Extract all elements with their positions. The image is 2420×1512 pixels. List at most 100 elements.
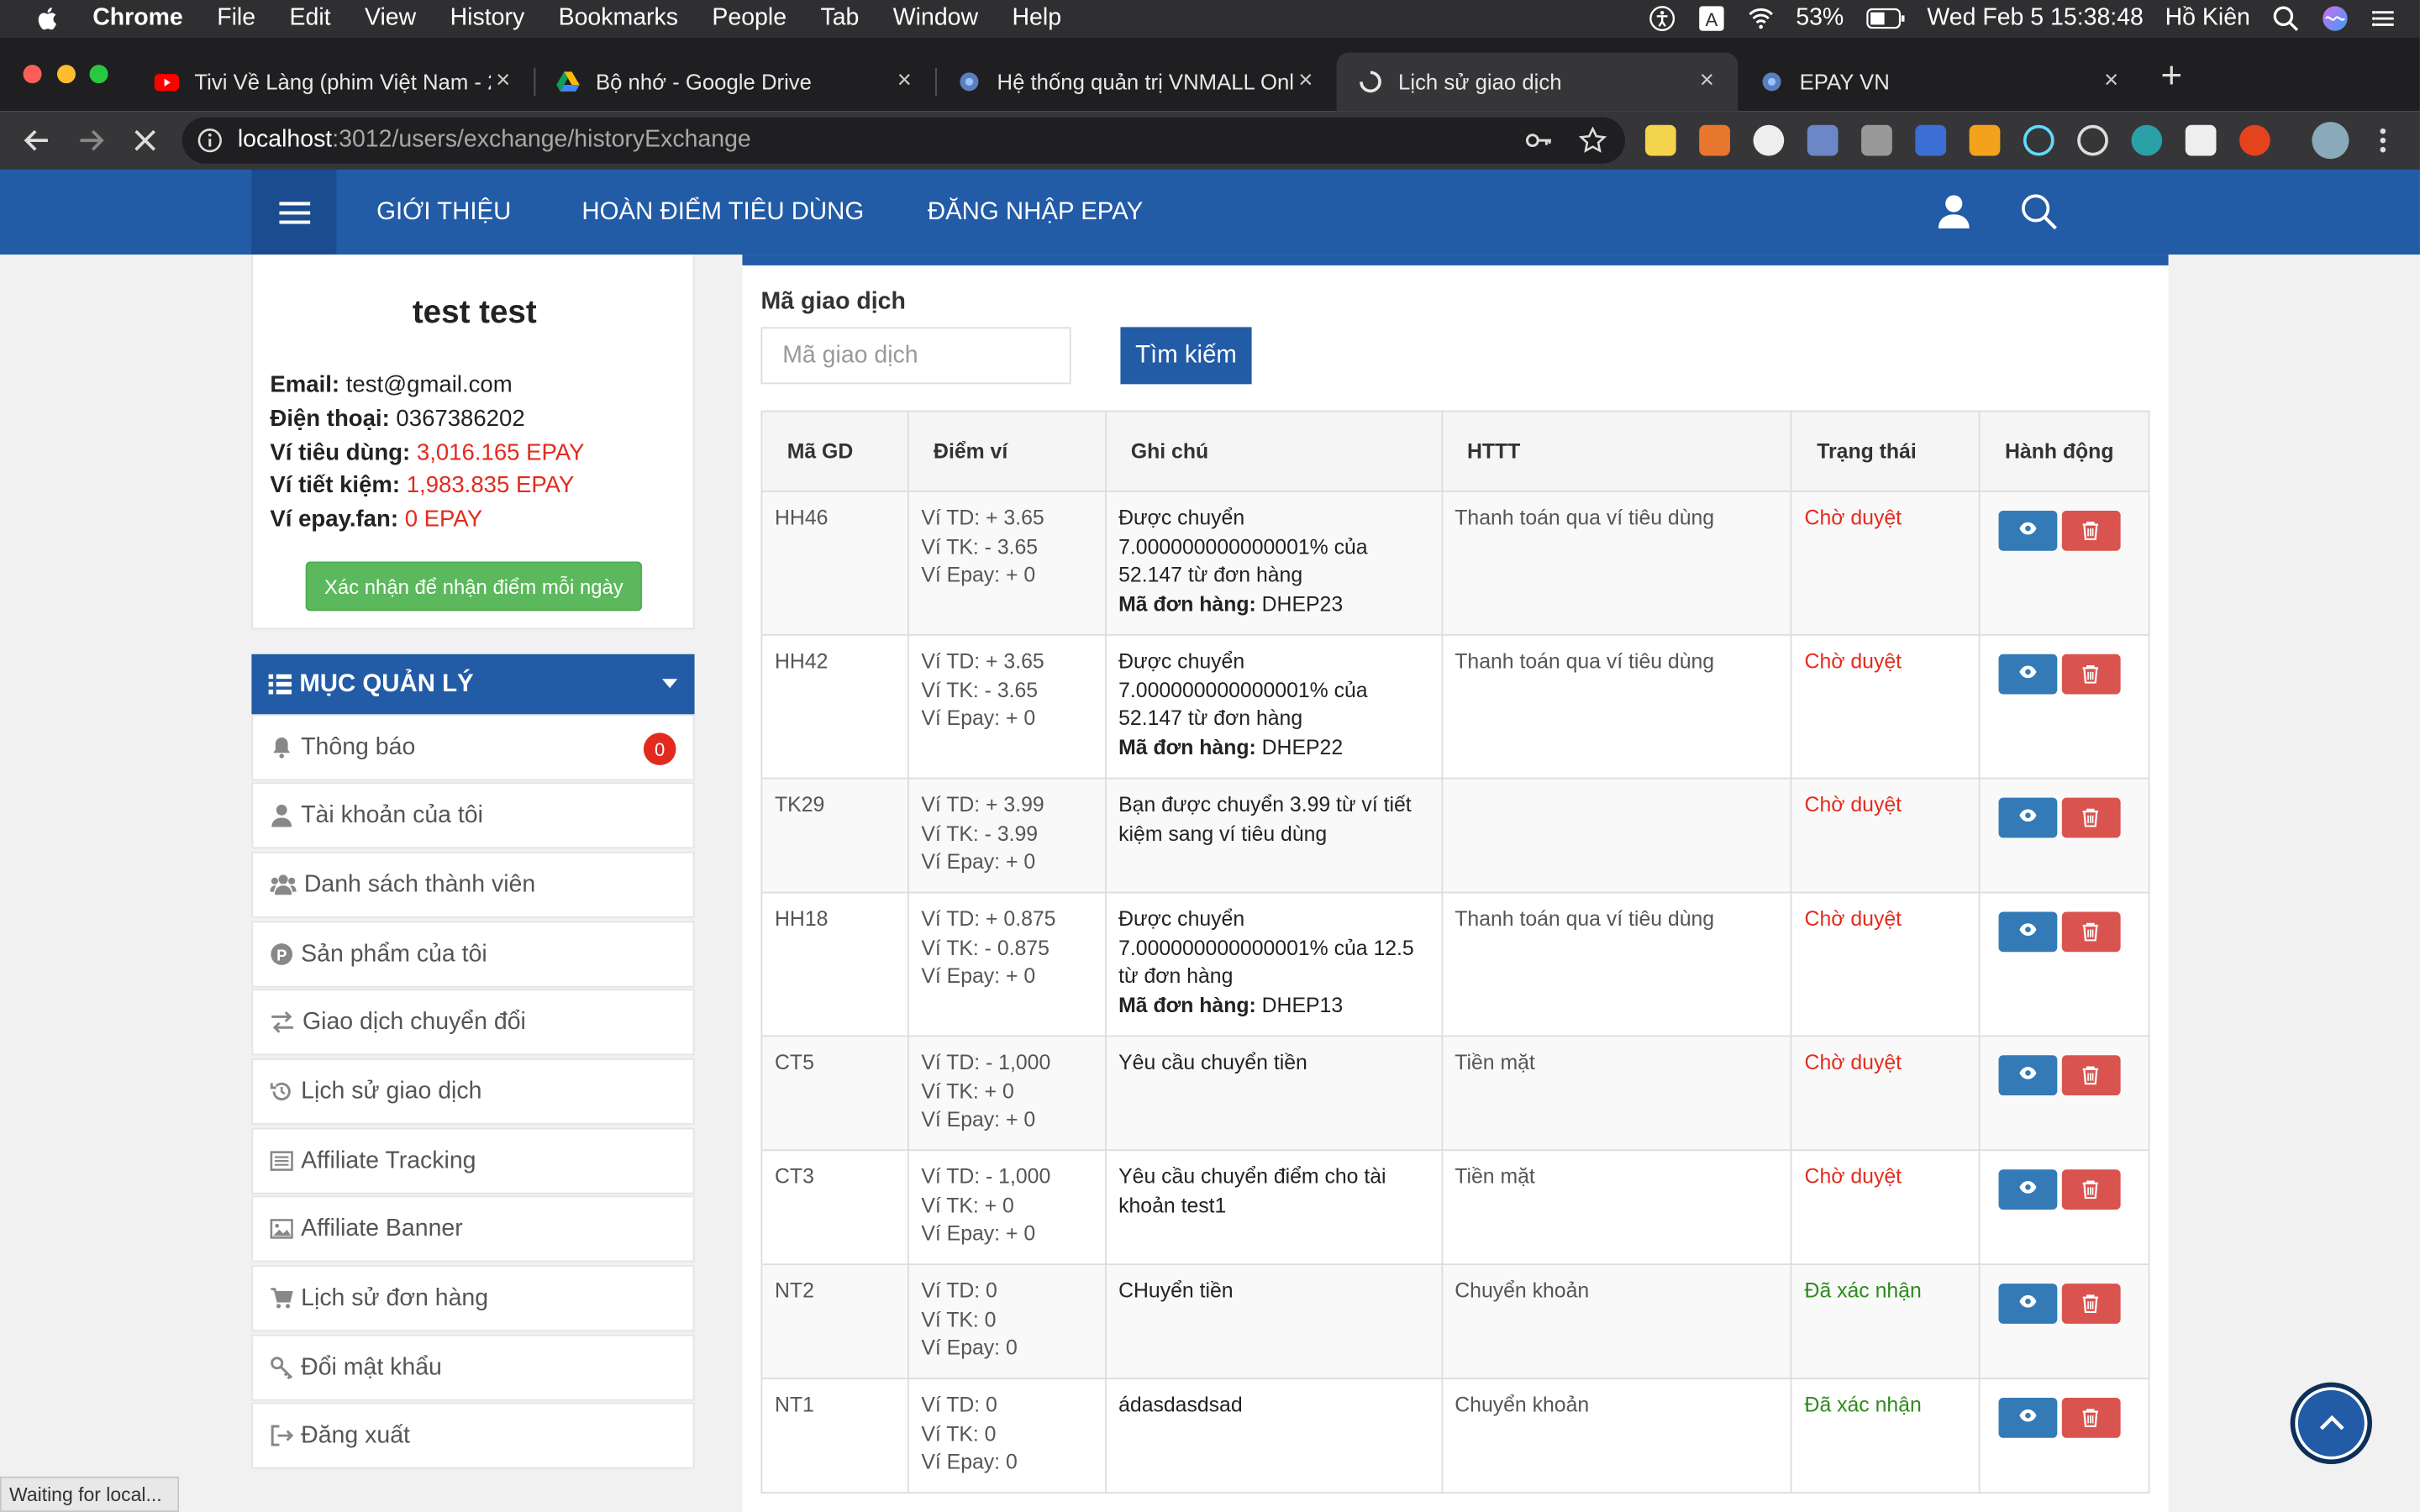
battery-icon[interactable] [1865, 5, 1906, 33]
browser-tab[interactable]: EPAY VN × [1738, 52, 2142, 111]
sidebar-item-affiliate-tracking[interactable]: Affiliate Tracking [251, 1127, 695, 1194]
qr-code-icon[interactable] [2185, 124, 2217, 156]
menu-tab[interactable]: Tab [820, 5, 859, 33]
tab-close-icon[interactable]: × [1293, 68, 1318, 96]
view-button[interactable] [1998, 1284, 2058, 1324]
menu-file[interactable]: File [217, 5, 255, 33]
sidebar-item-transaction-history[interactable]: Lịch sử giao dịch [251, 1058, 695, 1125]
back-arrow-icon[interactable] [22, 125, 53, 156]
browser-tab[interactable]: Tivi Về Làng (phim Việt Nam - 20 × [133, 52, 534, 111]
extension-chart-icon[interactable] [1699, 124, 1730, 156]
menu-bookmarks[interactable]: Bookmarks [559, 5, 678, 33]
extension-atom-icon[interactable] [2077, 124, 2108, 156]
accessibility-icon[interactable] [1648, 5, 1676, 33]
react-devtools-icon[interactable] [2023, 124, 2054, 156]
window-zoom-button[interactable] [89, 65, 108, 84]
delete-button[interactable] [2061, 1169, 2121, 1210]
delete-button[interactable] [2061, 654, 2121, 695]
col-header-id[interactable]: Mã GD [760, 410, 909, 492]
sidebar-item-logout[interactable]: Đăng xuất [251, 1402, 695, 1469]
window-close-button[interactable] [23, 65, 42, 84]
tab-close-icon[interactable]: × [491, 68, 515, 96]
view-button[interactable] [1998, 510, 2058, 551]
delete-button[interactable] [2061, 1398, 2121, 1438]
profile-avatar[interactable] [2312, 122, 2349, 160]
tab-close-icon[interactable]: × [1695, 68, 1719, 96]
menu-help[interactable]: Help [1012, 5, 1061, 33]
apple-logo-icon[interactable] [34, 5, 61, 33]
sidebar-item-change-password[interactable]: Đổi mật khẩu [251, 1334, 695, 1401]
info-icon[interactable] [197, 128, 222, 153]
nav-cashback[interactable]: HOÀN ĐIỂM TIÊU DÙNG [581, 199, 864, 227]
spotlight-search-icon[interactable] [2272, 5, 2300, 33]
siri-icon[interactable] [2321, 5, 2349, 33]
col-header-actions[interactable]: Hành động [1978, 410, 2150, 492]
col-header-payment-method[interactable]: HTTT [1440, 410, 1792, 492]
extension-chat-icon[interactable] [1753, 124, 1785, 156]
menubar-clock[interactable]: Wed Feb 5 15:38:48 [1927, 5, 2143, 33]
delete-button[interactable] [2061, 797, 2121, 838]
delete-button[interactable] [2061, 911, 2121, 953]
browser-tab-active[interactable]: Lịch sử giao dịch × [1336, 52, 1739, 112]
bookmark-star-icon[interactable] [1578, 126, 1607, 155]
window-minimize-button[interactable] [56, 65, 76, 84]
sidebar-item-notifications[interactable]: Thông báo 0 [251, 714, 695, 781]
extension-phone-icon[interactable] [2131, 124, 2163, 156]
menu-window[interactable]: Window [893, 5, 978, 33]
view-button[interactable] [1998, 654, 2058, 695]
tab-close-icon[interactable]: × [892, 68, 917, 96]
input-source-icon[interactable]: A [1697, 5, 1725, 33]
col-header-status[interactable]: Trạng thái [1791, 410, 1981, 492]
menu-edit[interactable]: Edit [289, 5, 330, 33]
menu-people[interactable]: People [712, 5, 786, 33]
view-button[interactable] [1998, 797, 2058, 838]
sidebar-item-my-account[interactable]: Tài khoản của tôi [251, 782, 695, 849]
control-center-icon[interactable] [2370, 5, 2398, 33]
delete-button[interactable] [2061, 1284, 2121, 1324]
address-url[interactable]: localhost:3012/users/exchange/historyExc… [238, 127, 751, 155]
nav-login-epay[interactable]: ĐĂNG NHẬP EPAY [928, 199, 1143, 227]
extension-pen-icon[interactable] [1807, 124, 1839, 156]
col-header-wallet-points[interactable]: Điểm ví [907, 410, 1107, 492]
view-button[interactable] [1998, 1169, 2058, 1210]
extension-a-icon[interactable] [1915, 124, 1947, 156]
nav-about[interactable]: GIỚI THIỆU [376, 199, 511, 227]
menu-app-name[interactable]: Chrome [92, 5, 183, 33]
search-button[interactable]: Tìm kiếm [1120, 327, 1252, 385]
daily-points-confirm-button[interactable]: Xác nhận để nhận điểm mỗi ngày [305, 561, 643, 612]
new-tab-button[interactable]: + [2160, 58, 2182, 96]
user-icon[interactable] [1935, 193, 1972, 230]
wifi-icon[interactable] [1746, 5, 1774, 33]
chrome-menu-icon[interactable] [2370, 125, 2395, 156]
view-button[interactable] [1998, 1398, 2058, 1438]
sidebar-item-my-products[interactable]: P Sản phẩm của tôi [251, 921, 695, 988]
extension-bulb-icon[interactable] [1644, 124, 1676, 156]
delete-button[interactable] [2061, 510, 2121, 551]
view-button[interactable] [1998, 911, 2058, 953]
menubar-user[interactable]: Hồ Kiên [2165, 5, 2250, 33]
key-icon[interactable] [1525, 128, 1553, 152]
address-bar[interactable]: localhost:3012/users/exchange/historyExc… [182, 117, 1626, 164]
menu-history[interactable]: History [450, 5, 525, 33]
view-button[interactable] [1998, 1055, 2058, 1096]
transaction-code-input[interactable] [760, 327, 1071, 385]
extension-camera-icon[interactable] [1861, 124, 1892, 156]
scroll-to-top-button[interactable] [2290, 1382, 2373, 1465]
forward-arrow-icon[interactable] [76, 125, 107, 156]
browser-tab[interactable]: Hệ thống quản trị VNMALL Onlin × [935, 52, 1337, 111]
extension-sq-icon[interactable] [1969, 124, 2001, 156]
search-icon[interactable] [2020, 193, 2057, 230]
tab-close-icon[interactable]: × [2099, 68, 2123, 96]
sidebar-item-order-history[interactable]: Lịch sử đơn hàng [251, 1265, 695, 1332]
extension-fire-icon[interactable] [2239, 124, 2270, 156]
sidebar-item-affiliate-banner[interactable]: Affiliate Banner [251, 1195, 695, 1263]
sidebar-item-exchange-transactions[interactable]: Giao dịch chuyển đổi [251, 989, 695, 1056]
col-header-note[interactable]: Ghi chú [1104, 410, 1443, 492]
stop-loading-icon[interactable] [129, 125, 160, 156]
browser-tab[interactable]: Bộ nhớ - Google Drive × [534, 52, 935, 111]
sidebar-item-members[interactable]: Danh sách thành viên [251, 851, 695, 918]
delete-button[interactable] [2061, 1055, 2121, 1096]
management-menu-header[interactable]: MỤC QUẢN LÝ [251, 654, 695, 715]
hamburger-menu-button[interactable] [251, 170, 337, 255]
menu-view[interactable]: View [365, 5, 416, 33]
